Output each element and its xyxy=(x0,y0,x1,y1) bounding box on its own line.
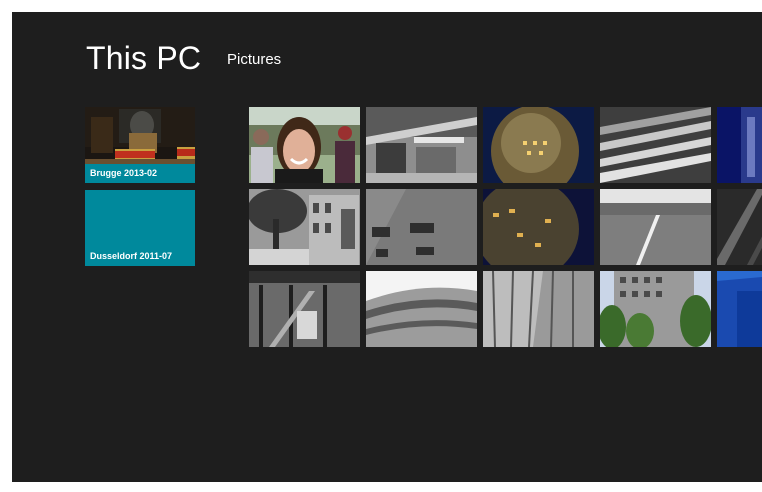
start-screen: This PC Pictures Brugge 2013-02 Dusseldo… xyxy=(12,12,762,482)
folder-tile-brugge[interactable]: Brugge 2013-02 xyxy=(85,107,195,183)
photo-thumbnail[interactable] xyxy=(366,271,477,347)
photo-thumbnail[interactable] xyxy=(483,189,594,265)
photo-thumbnail[interactable] xyxy=(249,189,360,265)
photo-thumbnail[interactable] xyxy=(366,189,477,265)
photo-thumbnail[interactable] xyxy=(717,189,762,265)
folder-tile-dusseldorf[interactable]: Dusseldorf 2011-07 xyxy=(85,190,195,266)
photo-thumbnail[interactable] xyxy=(600,107,711,183)
folder-label: Brugge 2013-02 xyxy=(85,164,195,183)
photo-thumbnail[interactable] xyxy=(483,271,594,347)
photo-thumbnail[interactable] xyxy=(366,107,477,183)
folder-label: Dusseldorf 2011-07 xyxy=(90,251,173,261)
breadcrumb-pictures[interactable]: Pictures xyxy=(227,50,281,70)
page-title: This PC xyxy=(86,40,202,76)
photo-thumbnail[interactable] xyxy=(600,189,711,265)
photo-thumbnail[interactable] xyxy=(600,271,711,347)
photo-thumbnail[interactable] xyxy=(717,107,762,183)
photo-thumbnail[interactable] xyxy=(717,271,762,347)
photo-thumbnail[interactable] xyxy=(249,271,360,347)
photo-thumbnail[interactable] xyxy=(249,107,360,183)
photo-thumbnail[interactable] xyxy=(483,107,594,183)
